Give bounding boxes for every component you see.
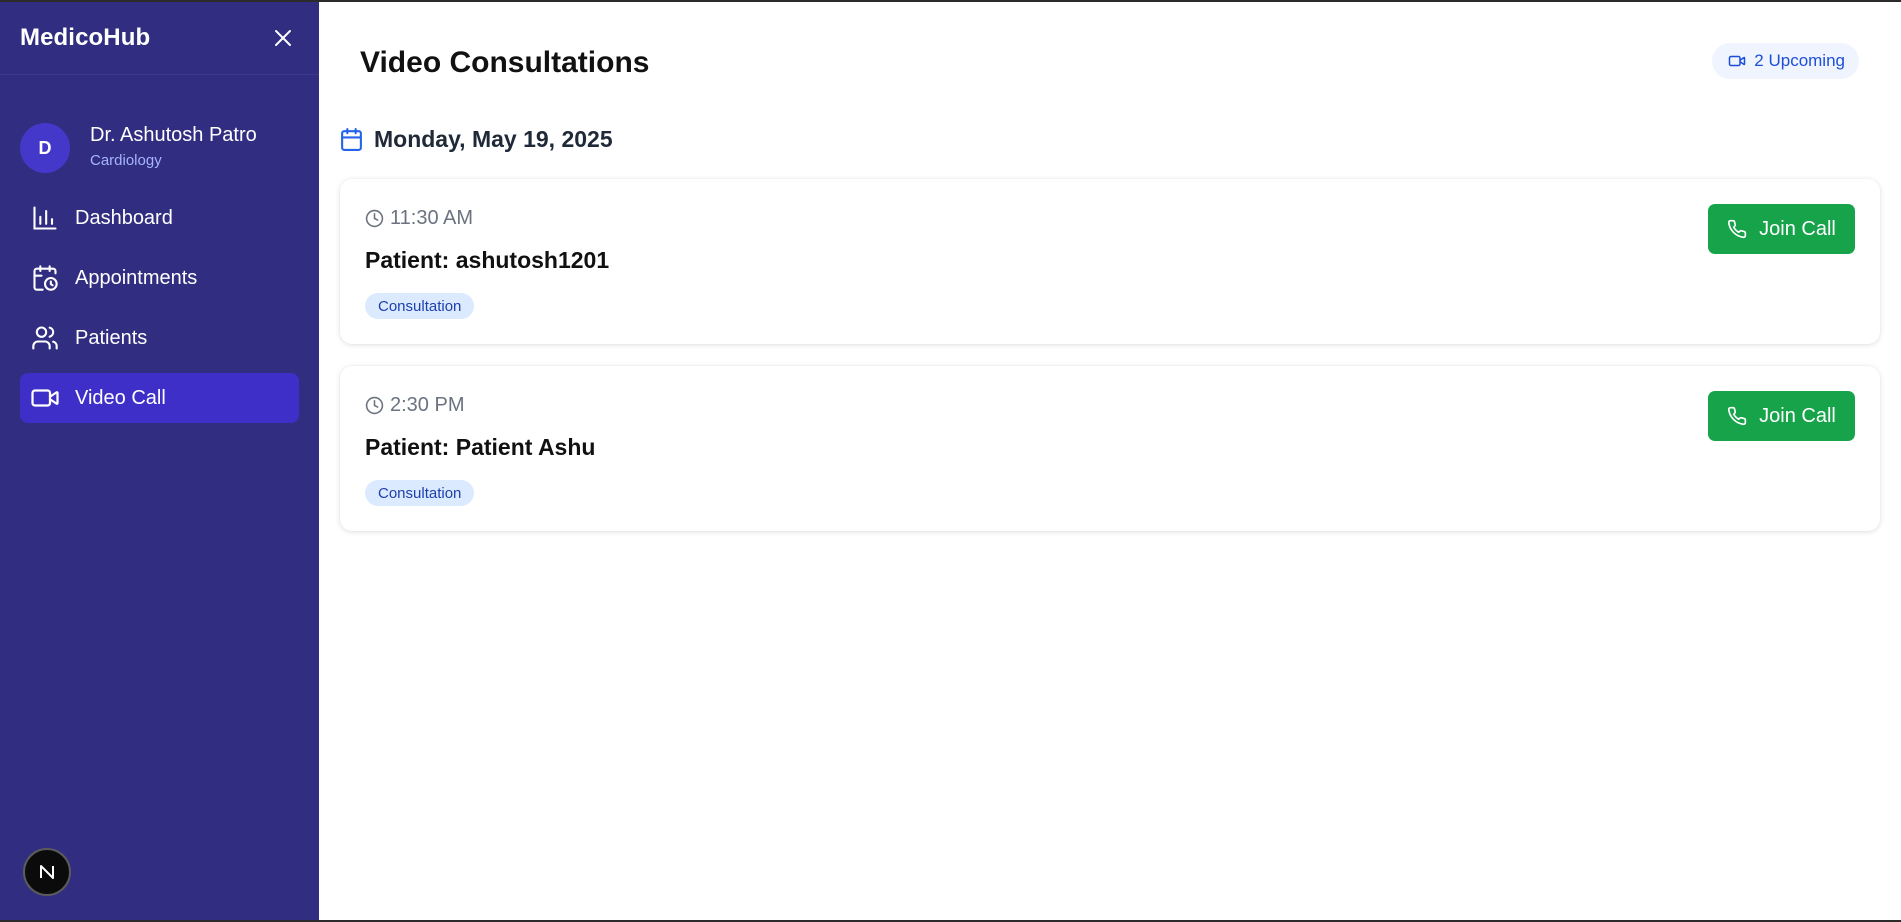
page-title: Video Consultations	[360, 46, 650, 79]
app-window: MedicoHub D Dr. Ashutosh Patro Cardiolog…	[0, 2, 1901, 920]
profile-info: Dr. Ashutosh Patro Cardiology	[90, 124, 257, 169]
appointment-time: 11:30 AM	[365, 207, 473, 230]
consultation-card: 2:30 PM Patient: Patient Ashu Consultati…	[340, 366, 1880, 531]
avatar: D	[20, 123, 70, 173]
profile-specialty: Cardiology	[90, 151, 162, 169]
sidebar-item-label: Appointments	[75, 266, 198, 289]
patient-name: Patient: Patient Ashu	[365, 434, 596, 460]
clock-icon	[365, 209, 384, 228]
phone-icon	[1728, 219, 1747, 239]
user-profile: D Dr. Ashutosh Patro Cardiology	[0, 75, 319, 197]
time-label: 11:30 AM	[390, 207, 474, 229]
upcoming-badge: 2 Upcoming	[1712, 43, 1859, 79]
sidebar-item-label: Video Call	[75, 386, 166, 409]
bar-chart-icon	[30, 203, 60, 233]
consultation-tag: Consultation	[365, 293, 475, 319]
date-heading: Monday, May 19, 2025	[339, 126, 613, 153]
sidebar-item-label: Dashboard	[75, 206, 173, 229]
brand-logo: MedicoHub	[20, 24, 151, 51]
upcoming-count: 2 Upcoming	[1754, 51, 1845, 70]
sidebar-item-label: Patients	[75, 326, 148, 349]
video-icon	[30, 383, 60, 413]
dev-tools-badge[interactable]	[23, 848, 71, 896]
page-header: Video Consultations 2 Upcoming	[340, 2, 1880, 124]
consultation-list: 11:30 AM Patient: ashutosh1201 Consultat…	[340, 179, 1880, 553]
join-call-label: Join Call	[1759, 404, 1836, 427]
profile-name: Dr. Ashutosh Patro	[90, 123, 257, 146]
clock-icon	[365, 396, 384, 415]
time-label: 2:30 PM	[390, 394, 465, 416]
video-icon	[1729, 55, 1746, 67]
main-content: Video Consultations 2 Upcoming Monday, M…	[319, 2, 1901, 920]
close-icon	[275, 30, 291, 46]
sidebar: MedicoHub D Dr. Ashutosh Patro Cardiolog…	[0, 2, 319, 920]
sidebar-item-patients[interactable]: Patients	[20, 313, 299, 363]
sidebar-item-appointments[interactable]: Appointments	[20, 253, 299, 303]
join-call-label: Join Call	[1759, 217, 1836, 240]
calendar-clock-icon	[30, 263, 60, 293]
sidebar-nav: Dashboard Appointments Patients Video Ca…	[0, 193, 319, 423]
sidebar-item-dashboard[interactable]: Dashboard	[20, 193, 299, 243]
date-label: Monday, May 19, 2025	[374, 126, 613, 152]
patient-name: Patient: ashutosh1201	[365, 247, 610, 273]
consultation-tag: Consultation	[365, 480, 475, 506]
users-icon	[30, 323, 60, 353]
sidebar-header: MedicoHub	[0, 2, 319, 75]
join-call-button[interactable]: Join Call	[1708, 204, 1855, 254]
phone-icon	[1728, 406, 1747, 426]
sidebar-item-video-call[interactable]: Video Call	[20, 373, 299, 423]
appointment-time: 2:30 PM	[365, 394, 464, 417]
close-sidebar-button[interactable]	[273, 28, 293, 48]
consultation-card: 11:30 AM Patient: ashutosh1201 Consultat…	[340, 179, 1880, 344]
join-call-button[interactable]: Join Call	[1708, 391, 1855, 441]
calendar-icon	[341, 128, 362, 151]
n-logo-icon	[40, 865, 54, 879]
